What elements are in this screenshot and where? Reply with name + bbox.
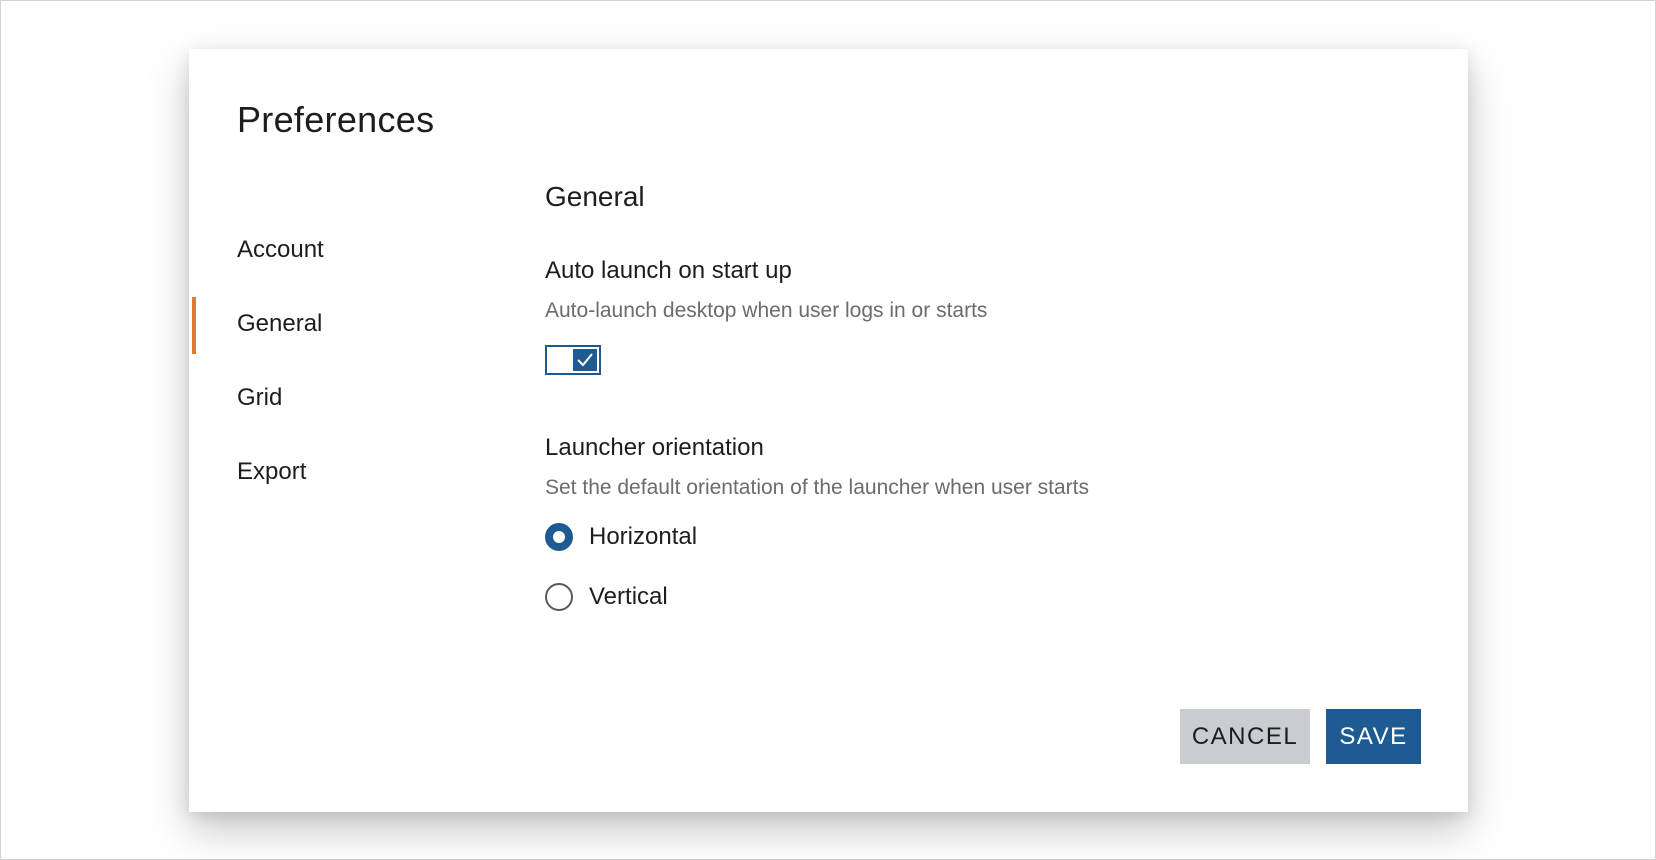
nav-item-grid[interactable]: Grid <box>189 361 489 435</box>
radio-option-vertical[interactable]: Vertical <box>545 577 1425 617</box>
checkmark-icon <box>577 353 593 367</box>
general-settings-panel: General Auto launch on start up Auto-lau… <box>545 177 1425 617</box>
section-title: General <box>545 181 645 212</box>
orientation-label: Launcher orientation <box>545 434 764 461</box>
auto-launch-description: Auto-launch desktop when user logs in or… <box>545 299 988 322</box>
orientation-description: Set the default orientation of the launc… <box>545 476 1090 499</box>
nav-item-account[interactable]: Account <box>189 213 489 287</box>
save-button[interactable]: SAVE <box>1326 709 1421 764</box>
auto-launch-toggle[interactable] <box>545 345 601 375</box>
dialog-title: Preferences <box>237 99 435 140</box>
radio-label-vertical: Vertical <box>589 583 668 610</box>
preferences-dialog: Preferences Account General Grid Export … <box>189 49 1468 812</box>
toggle-knob <box>573 349 597 371</box>
window-frame: Preferences Account General Grid Export … <box>0 0 1656 860</box>
radio-button-vertical[interactable] <box>545 583 573 611</box>
nav-item-general[interactable]: General <box>189 287 489 361</box>
radio-label-horizontal: Horizontal <box>589 523 698 550</box>
nav-item-export[interactable]: Export <box>189 435 489 509</box>
preferences-nav: Account General Grid Export <box>189 213 489 509</box>
radio-button-horizontal[interactable] <box>545 523 573 551</box>
auto-launch-label: Auto launch on start up <box>545 257 792 284</box>
cancel-button[interactable]: CANCEL <box>1180 709 1310 764</box>
radio-option-horizontal[interactable]: Horizontal <box>545 517 1425 557</box>
